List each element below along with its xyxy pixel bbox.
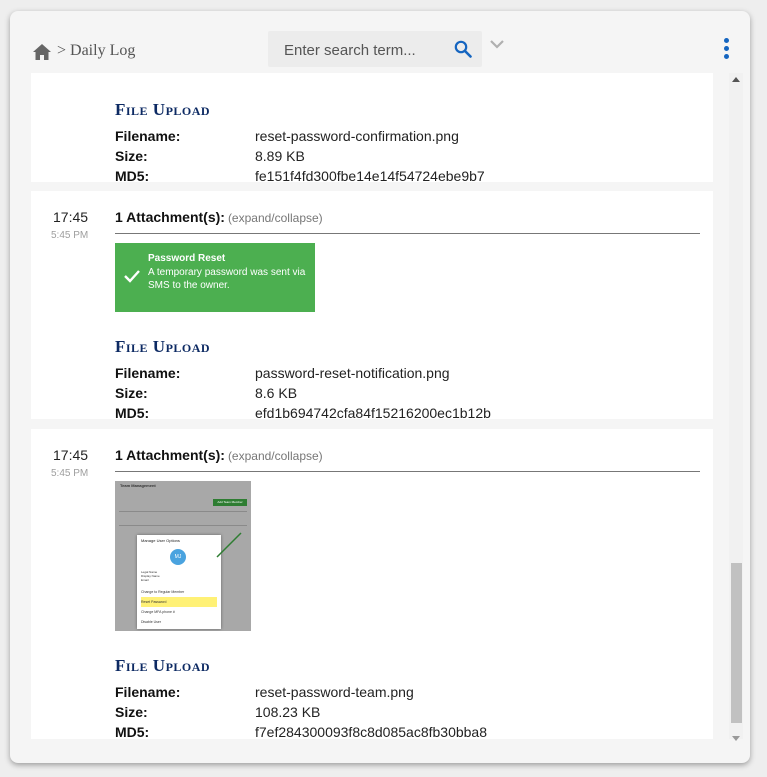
avatar: MJ — [170, 549, 186, 565]
log-entry: 17:45 5:45 PM 1 Attachment(s): (expand/co… — [31, 191, 713, 421]
filename-value: reset-password-team.png — [255, 684, 414, 700]
scroll-up-arrow-icon[interactable] — [732, 77, 740, 82]
entry-time-12h: 5:45 PM — [51, 468, 89, 479]
file-upload-title: File Upload — [115, 656, 211, 675]
log-list[interactable]: File Upload Filename: reset-password-con… — [31, 73, 713, 739]
search-icon[interactable] — [454, 40, 472, 58]
attachments-heading: 1 Attachment(s): (expand/collapse) — [115, 447, 323, 463]
toast-message: A temporary password was sent via SMS to… — [148, 267, 306, 291]
md5-value: fe151f4fd300fbe14e14f54724ebe9b7 — [255, 168, 485, 184]
filename-label: Filename: — [115, 684, 181, 700]
thumb-email: Email — [141, 578, 149, 582]
breadcrumb[interactable]: > Daily Log — [57, 42, 135, 60]
divider — [115, 471, 700, 472]
size-label: Size: — [115, 148, 148, 164]
thumb-user-fields: Legal Name Display Name Email — [141, 570, 160, 582]
size-value: 8.6 KB — [255, 385, 298, 401]
check-icon — [124, 270, 140, 283]
size-label: Size: — [115, 704, 148, 720]
file-upload-title: File Upload — [115, 100, 211, 119]
thumb-option: Disable User — [141, 620, 162, 624]
thumb-dialog: Manage User Options MJ Legal Name Displa… — [137, 535, 221, 629]
thumb-option: Change to Regular Member — [141, 590, 185, 594]
search-input[interactable] — [282, 39, 446, 61]
log-entry: 17:45 5:45 PM 1 Attachment(s): (expand/co… — [31, 429, 713, 739]
attachments-label: 1 Attachment(s): — [115, 447, 225, 463]
size-value: 108.23 KB — [255, 704, 321, 720]
entry-time-12h: 5:45 PM — [51, 230, 89, 241]
home-icon[interactable] — [32, 43, 52, 61]
thumb-header: Team Management — [120, 483, 156, 488]
entry-time: 17:45 — [53, 209, 89, 225]
thumb-arrow-icon — [216, 532, 242, 558]
md5-label: MD5: — [115, 724, 150, 739]
thumb-divider — [119, 511, 247, 512]
filename-label: Filename: — [115, 365, 181, 381]
scrollbar-thumb[interactable] — [731, 563, 742, 723]
md5-value: efd1b694742cfa84f15216200ec1b12b — [255, 405, 491, 421]
thumb-divider — [119, 525, 247, 526]
size-value: 8.89 KB — [255, 148, 305, 164]
attachment-image[interactable]: Password Reset A temporary password was … — [115, 243, 315, 312]
md5-value: f7ef284300093f8c8d085ac8fb30bba8 — [255, 724, 487, 739]
thumb-options: Change to Regular Member Reset Password … — [141, 587, 217, 627]
divider — [115, 233, 700, 234]
toast-title: Password Reset — [148, 253, 226, 264]
expand-collapse-link[interactable]: (expand/collapse) — [228, 211, 323, 225]
attachments-label: 1 Attachment(s): — [115, 209, 225, 225]
filename-value: reset-password-confirmation.png — [255, 128, 459, 144]
thumb-option: Change MFA phone # — [141, 610, 175, 614]
scrollbar[interactable] — [729, 73, 743, 741]
entry-time: 17:45 — [53, 447, 89, 463]
size-label: Size: — [115, 385, 148, 401]
scroll-down-arrow-icon[interactable] — [732, 736, 740, 741]
more-options-icon[interactable] — [724, 38, 730, 62]
log-entry: File Upload Filename: reset-password-con… — [31, 73, 713, 184]
filename-value: password-reset-notification.png — [255, 365, 450, 381]
thumb-option-highlighted: Reset Password — [141, 597, 217, 607]
daily-log-panel: > Daily Log File Upload Filename: reset-… — [10, 11, 750, 763]
filename-label: Filename: — [115, 128, 181, 144]
attachments-heading: 1 Attachment(s): (expand/collapse) — [115, 209, 323, 225]
thumb-add-button: Add Team Member — [213, 499, 247, 506]
md5-label: MD5: — [115, 405, 150, 421]
chevron-down-icon[interactable] — [489, 38, 505, 50]
md5-label: MD5: — [115, 168, 150, 184]
file-upload-title: File Upload — [115, 337, 211, 356]
attachment-image[interactable]: Team Management Add Team Member Manage U… — [115, 481, 251, 631]
expand-collapse-link[interactable]: (expand/collapse) — [228, 449, 323, 463]
thumb-dialog-title: Manage User Options — [141, 538, 180, 543]
search-box — [268, 31, 482, 67]
